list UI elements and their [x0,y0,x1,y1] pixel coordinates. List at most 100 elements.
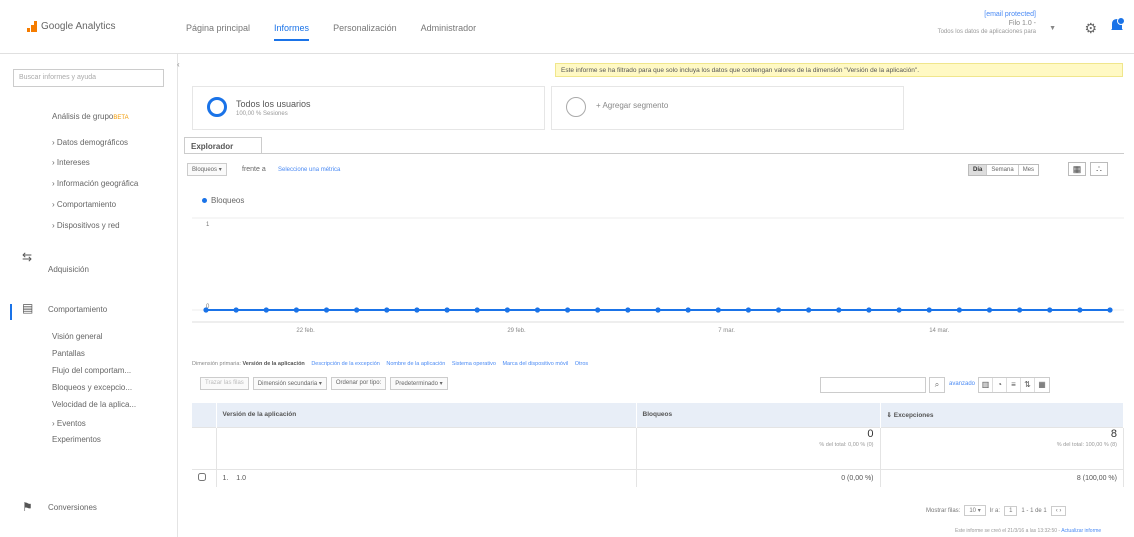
data-point[interactable] [474,307,480,313]
row-checkbox[interactable] [198,473,206,482]
data-point[interactable] [926,307,932,313]
sidebar-item-audience-behavior[interactable]: › Comportamiento [52,200,116,209]
pager-prev-next[interactable]: ‹ › [1050,505,1067,516]
sidebar-item-app-speed[interactable]: Velocidad de la aplica... [52,400,136,409]
goto-page-input[interactable]: 1 [1004,505,1018,516]
data-point[interactable] [836,307,842,313]
refresh-report-link[interactable]: Actualizar informe [1061,528,1101,534]
sidebar-item-overview[interactable]: Visión general [52,332,103,341]
data-point[interactable] [655,307,661,313]
data-point[interactable] [323,307,330,313]
sidebar-item-devices[interactable]: › Dispositivos y red [52,221,120,230]
pie-view-icon[interactable]: ◔ [993,378,1007,392]
data-point[interactable] [775,307,782,313]
segment-all-users[interactable]: Todos los usuarios 100,00 % Sesiones [192,86,545,130]
motion-chart-icon[interactable]: ∴ [1090,162,1108,176]
period-week-button[interactable]: Semana [987,165,1019,175]
data-point[interactable] [896,307,902,313]
data-point[interactable] [293,307,299,313]
segment-percentage: 100,00 % Sesiones [236,111,288,117]
collapse-sidebar-icon[interactable]: ‹ [177,60,180,69]
data-point[interactable] [384,307,390,313]
data-point[interactable] [233,307,239,313]
secondary-dimension-select[interactable]: Dimensión secundaria ▾ [252,377,327,390]
nav-customization[interactable]: Personalización [333,23,397,41]
sidebar-item-events[interactable]: › Eventos [52,419,86,428]
sidebar-item-behavior-flow[interactable]: Flujo del comportam... [52,366,131,375]
sort-type-select[interactable]: Predeterminado ▾ [390,377,448,390]
acquisition-icon: ⇆ [22,250,33,264]
data-point[interactable] [745,307,752,313]
data-point[interactable] [354,307,360,313]
chevron-down-icon[interactable]: ▼ [1049,25,1056,32]
table-view-icon[interactable]: ▥ [979,378,993,392]
advanced-filter-link[interactable]: avanzado [949,381,975,387]
data-point[interactable] [1017,307,1023,313]
sidebar-item-experiments[interactable]: Experimentos [52,435,101,444]
search-icon[interactable]: ⌕ [929,377,945,393]
nav-admin[interactable]: Administrador [421,23,477,41]
filter-banner: Este informe se ha filtrado para que sol… [555,63,1123,77]
sidebar-item-geo[interactable]: › Información geográfica [52,179,138,188]
report-footer: Este informe se creó el 21/3/16 a las 13… [955,528,1101,534]
comparison-view-icon[interactable]: ⇅ [1021,378,1035,392]
select-metric-link[interactable]: Seleccione una métrica [278,167,340,173]
dimension-other[interactable]: Otros [575,361,588,367]
sidebar-item-interests[interactable]: › Intereses [52,158,90,167]
pivot-view-icon[interactable]: ▦ [1035,378,1049,392]
performance-view-icon[interactable]: ≡ [1007,378,1021,392]
data-point[interactable] [1047,307,1053,313]
rows-per-page-select[interactable]: 10 ▾ [964,505,986,516]
sidebar-item-demographics[interactable]: › Datos demográficos [52,138,128,147]
dimension-app-name[interactable]: Nombre de la aplicación [386,361,445,367]
nav-reports[interactable]: Informes [274,23,310,41]
data-point[interactable] [203,307,209,313]
dimension-device-brand[interactable]: Marca del dispositivo móvil [502,361,568,367]
data-point[interactable] [444,307,450,313]
search-input[interactable]: Buscar informes y ayuda [13,69,164,87]
dimension-os[interactable]: Sistema operativo [452,361,496,367]
sidebar-item-behavior[interactable]: Comportamiento [48,305,107,314]
line-chart-icon[interactable]: ▦ [1068,162,1086,176]
column-header-crashes[interactable]: Bloqueos [636,403,881,427]
behavior-icon: ▤ [22,301,34,315]
column-header-exceptions[interactable]: ⇓ Excepciones [880,403,1124,427]
tab-explorer[interactable]: Explorador [184,137,262,154]
sidebar-item-cohort[interactable]: Análisis de grupoBETA [52,112,129,121]
period-day-button[interactable]: Día [969,165,988,175]
primary-dimension-selected[interactable]: Versión de la aplicación [242,361,304,367]
plot-rows-button[interactable]: Trazar las filas [200,377,249,390]
sidebar-item-acquisition[interactable]: Adquisición [48,265,89,274]
data-point[interactable] [534,307,541,313]
data-point[interactable] [806,307,812,313]
row-version[interactable]: 1.0 [236,475,246,482]
app-logo[interactable]: Google Analytics [27,21,116,32]
add-segment-card[interactable]: + Agregar segmento [551,86,904,130]
data-point[interactable] [866,307,872,313]
data-point[interactable] [956,307,962,313]
notifications-icon[interactable] [1108,16,1126,34]
account-selector[interactable]: [email protected] Filo 1.0 - Todos los d… [938,11,1036,35]
period-month-button[interactable]: Mes [1019,165,1038,175]
data-point[interactable] [595,307,601,313]
column-header-version[interactable]: Versión de la aplicación [216,403,637,427]
data-point[interactable] [1107,307,1113,313]
data-point[interactable] [685,307,691,313]
metric-select[interactable]: Bloqueos ▾ [187,163,227,176]
table-search-input[interactable] [820,377,926,393]
data-point[interactable] [263,307,269,313]
sidebar-item-crashes[interactable]: Bloqueos y excepcio... [52,383,132,392]
data-point[interactable] [565,307,571,313]
dimension-exception-desc[interactable]: Descripción de la excepción [311,361,379,367]
sidebar-item-conversions[interactable]: Conversiones [48,503,97,512]
sidebar-item-screens[interactable]: Pantallas [52,349,85,358]
data-point[interactable] [986,307,993,313]
row-index: 1. [222,474,229,482]
data-point[interactable] [625,307,631,313]
data-point[interactable] [715,307,721,313]
data-point[interactable] [414,307,420,313]
nav-home[interactable]: Página principal [186,23,250,41]
data-point[interactable] [1077,307,1083,313]
data-point[interactable] [504,307,510,313]
gear-icon[interactable]: ⚙ [1084,20,1097,37]
